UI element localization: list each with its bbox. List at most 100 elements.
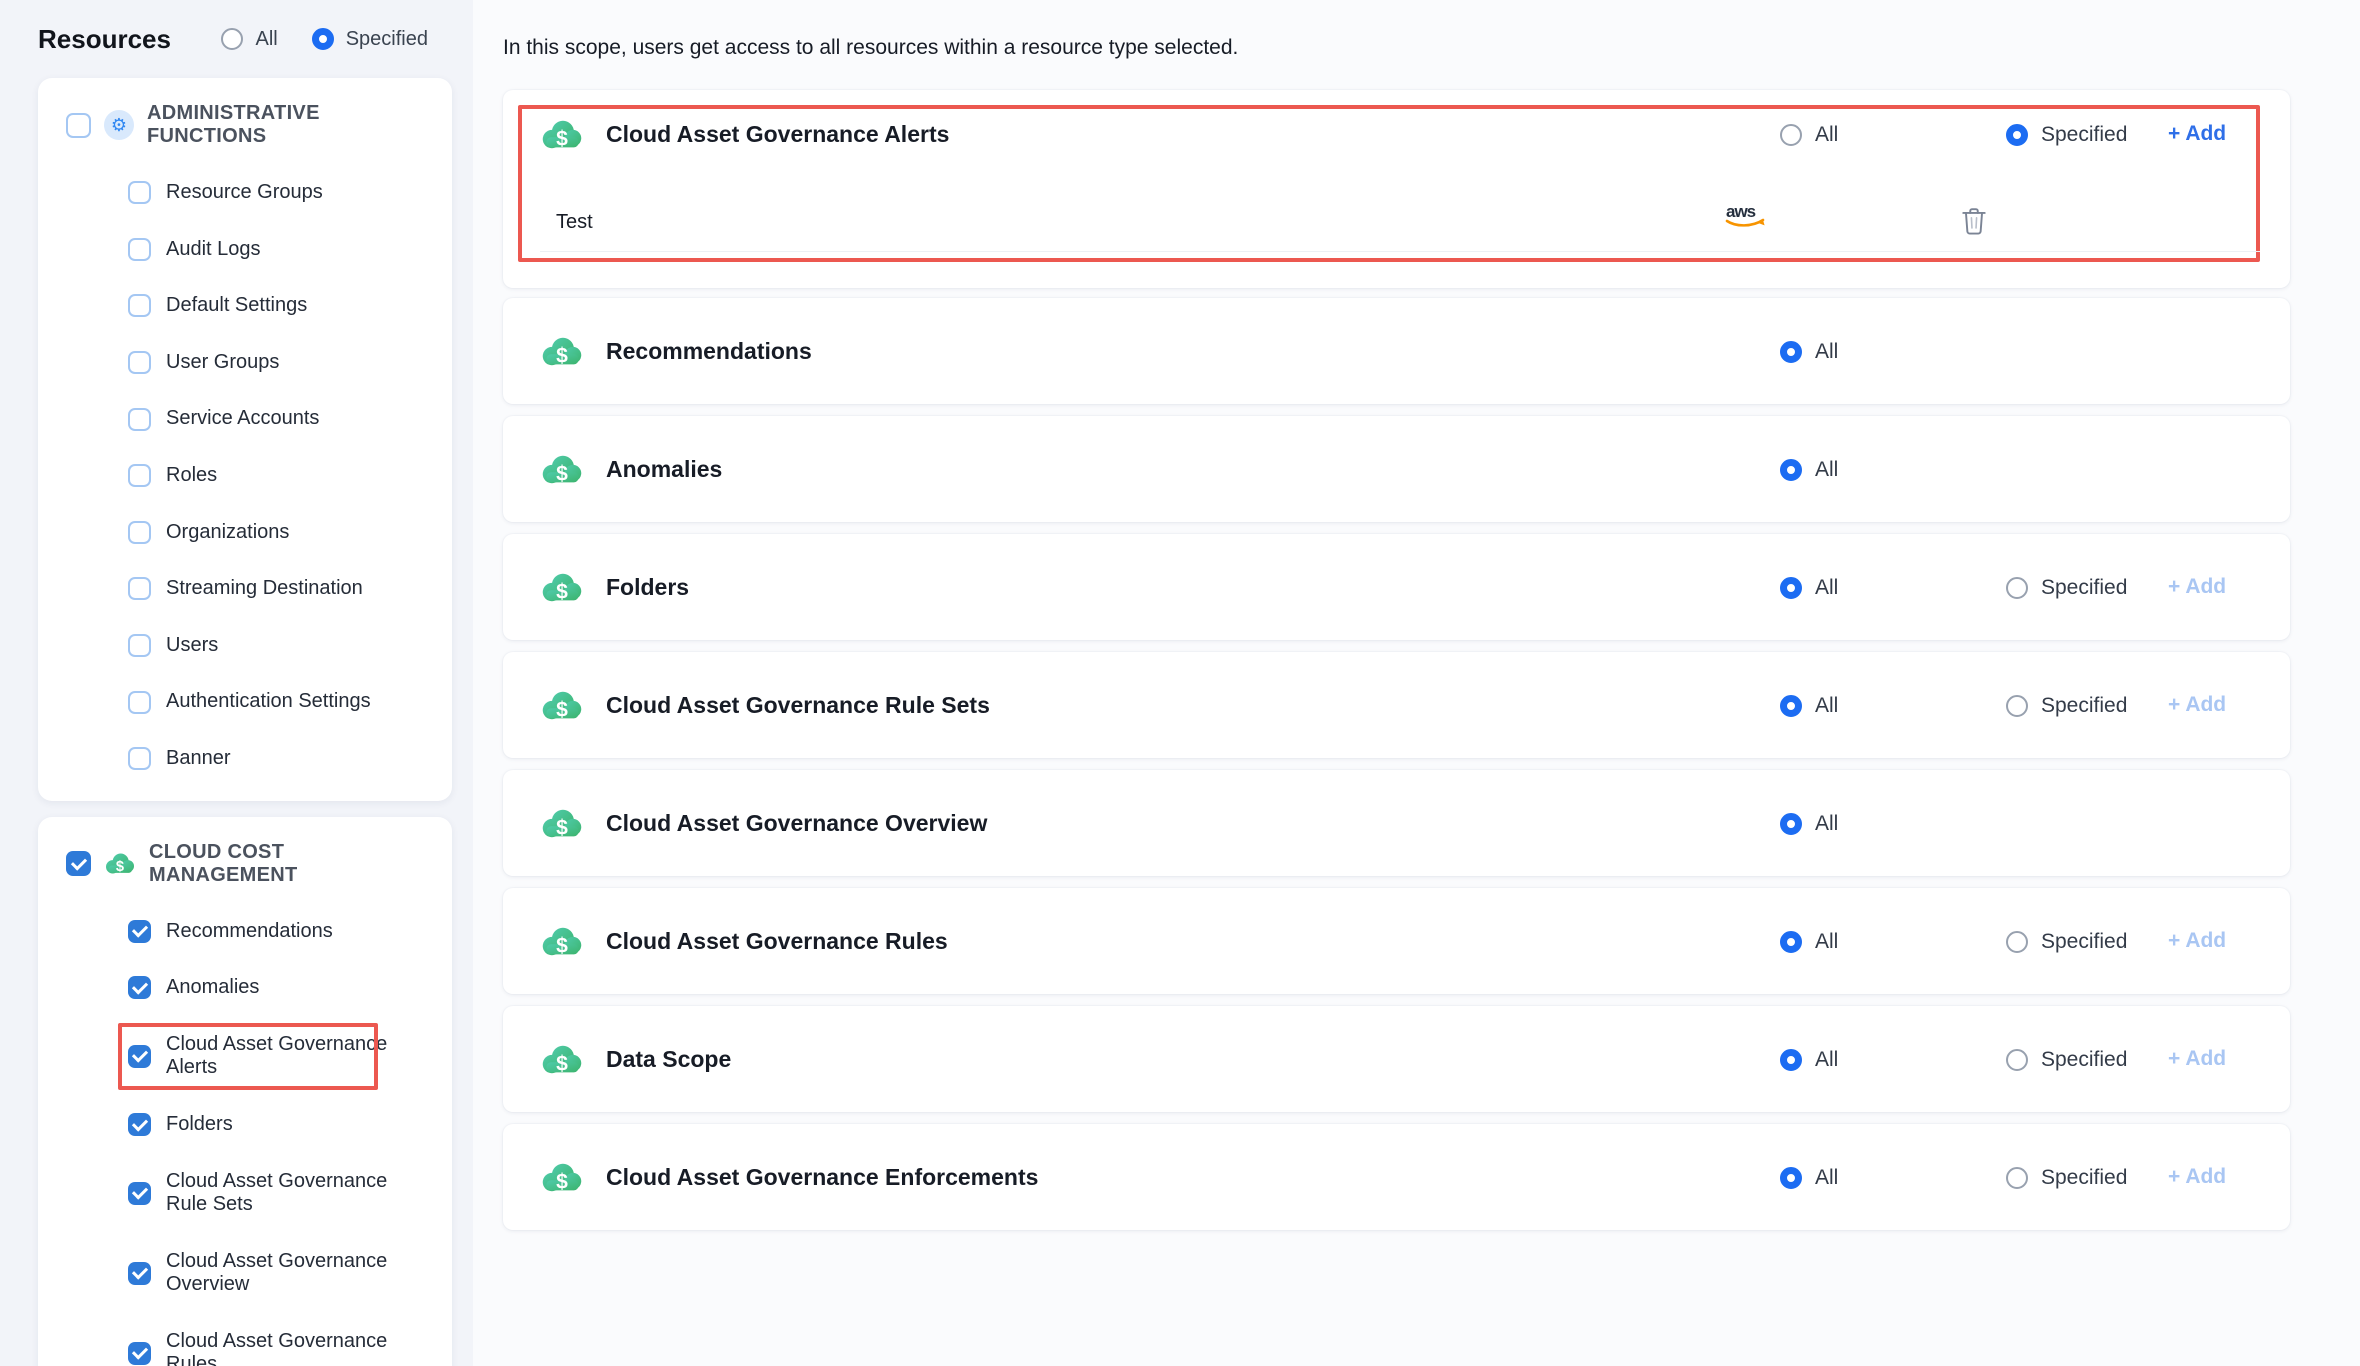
sidebar-item-organizations: Organizations <box>128 521 428 545</box>
item-checkbox[interactable] <box>128 577 151 600</box>
sidebar-item-resource-groups: Resource Groups <box>128 181 428 205</box>
add-resource-link[interactable]: + Add <box>2168 1047 2226 1071</box>
sidebar-item-streaming-destination: Streaming Destination <box>128 577 428 601</box>
sidebar-item-default-settings: Default Settings <box>128 294 428 318</box>
radio-icon[interactable] <box>2006 124 2028 146</box>
item-checkbox[interactable] <box>128 1182 151 1205</box>
card-radio-all[interactable]: All <box>1780 1048 1838 1072</box>
item-checkbox[interactable] <box>128 1045 151 1068</box>
resources-sidebar: Resources All Specified ⚙ ADMINISTRATIVE… <box>0 0 473 1366</box>
item-checkbox[interactable] <box>128 464 151 487</box>
radio-icon[interactable] <box>2006 1167 2028 1189</box>
radio-icon[interactable] <box>1780 459 1802 481</box>
radio-icon[interactable] <box>1780 813 1802 835</box>
card-title: Recommendations <box>606 338 812 365</box>
card-radio-all[interactable]: All <box>1780 694 1838 718</box>
radio-icon[interactable] <box>1780 695 1802 717</box>
card-title: Cloud Asset Governance Rule Sets <box>606 692 990 719</box>
trash-icon[interactable] <box>1960 206 1988 236</box>
svg-text:$: $ <box>556 127 568 150</box>
card-radio-all[interactable]: All <box>1780 576 1838 600</box>
svg-text:$: $ <box>556 462 568 485</box>
radio-icon[interactable] <box>1780 931 1802 953</box>
radio-icon[interactable] <box>221 28 243 50</box>
card-title: Cloud Asset Governance Overview <box>606 810 987 837</box>
item-checkbox[interactable] <box>128 747 151 770</box>
sidebar-item-folders: Folders <box>128 1113 428 1137</box>
resource-name: Test <box>556 211 593 234</box>
item-checkbox[interactable] <box>128 238 151 261</box>
item-checkbox[interactable] <box>128 294 151 317</box>
item-checkbox[interactable] <box>128 351 151 374</box>
radio-icon[interactable] <box>2006 1049 2028 1071</box>
card-title: Cloud Asset Governance Rules <box>606 928 948 955</box>
card-radio-all[interactable]: All <box>1780 812 1838 836</box>
item-checkbox[interactable] <box>128 1113 151 1136</box>
svg-text:$: $ <box>556 580 568 603</box>
item-checkbox[interactable] <box>128 1342 151 1365</box>
radio-icon[interactable] <box>1780 1167 1802 1189</box>
sidebar-item-user-groups: User Groups <box>128 351 428 375</box>
card-radio-specified[interactable]: Specified <box>2006 1166 2127 1190</box>
item-checkbox[interactable] <box>128 691 151 714</box>
scope-main-panel: In this scope, users get access to all r… <box>473 0 2360 1366</box>
sidebar-item-users: Users <box>128 634 428 658</box>
cloud-dollar-icon: $ <box>104 851 136 876</box>
add-resource-link[interactable]: + Add <box>2168 929 2226 953</box>
card-radio-specified[interactable]: Specified <box>2006 123 2127 147</box>
add-resource-link[interactable]: + Add <box>2168 122 2226 146</box>
gear-icon: ⚙ <box>104 110 134 140</box>
radio-icon[interactable] <box>312 28 334 50</box>
resource-card-recommendations: $ Recommendations All <box>503 298 2290 404</box>
card-radio-all[interactable]: All <box>1780 930 1838 954</box>
radio-icon[interactable] <box>2006 577 2028 599</box>
scope-specified-radio[interactable]: Specified <box>312 28 428 51</box>
sidebar-item-authentication-settings: Authentication Settings <box>128 690 428 714</box>
item-checkbox[interactable] <box>128 976 151 999</box>
section-checkbox[interactable] <box>66 113 91 138</box>
item-checkbox[interactable] <box>128 521 151 544</box>
section-items: Resource Groups Audit Logs Default Setti… <box>62 181 428 771</box>
radio-icon[interactable] <box>2006 931 2028 953</box>
add-resource-link[interactable]: + Add <box>2168 1165 2226 1189</box>
add-resource-link[interactable]: + Add <box>2168 575 2226 599</box>
radio-icon[interactable] <box>1780 577 1802 599</box>
sidebar-section-cloud-cost-management: $ CLOUD COST MANAGEMENT Recommendations … <box>38 817 452 1366</box>
sidebar-item-service-accounts: Service Accounts <box>128 407 428 431</box>
resource-card-folders: $ Folders All Specified + Add <box>503 534 2290 640</box>
card-radio-all[interactable]: All <box>1780 340 1838 364</box>
cloud-dollar-icon: $ <box>540 925 584 958</box>
radio-icon[interactable] <box>1780 124 1802 146</box>
card-radio-specified[interactable]: Specified <box>2006 694 2127 718</box>
item-checkbox[interactable] <box>128 1262 151 1285</box>
card-title: Cloud Asset Governance Alerts <box>606 121 949 148</box>
card-radio-specified[interactable]: Specified <box>2006 930 2127 954</box>
cloud-dollar-icon: $ <box>540 335 584 368</box>
card-radio-specified[interactable]: Specified <box>2006 1048 2127 1072</box>
resource-card-anomalies: $ Anomalies All <box>503 416 2290 522</box>
item-checkbox[interactable] <box>128 634 151 657</box>
resource-card-cloud-asset-governance-alerts: $ Cloud Asset Governance Alerts All Spec… <box>503 90 2290 288</box>
item-checkbox[interactable] <box>128 920 151 943</box>
section-checkbox[interactable] <box>66 851 91 876</box>
card-radio-all[interactable]: All <box>1780 458 1838 482</box>
svg-text:$: $ <box>556 816 568 839</box>
section-items: Recommendations Anomalies Cloud Asset Go… <box>62 920 428 1366</box>
item-checkbox[interactable] <box>128 408 151 431</box>
card-radio-all[interactable]: All <box>1780 123 1838 147</box>
cloud-dollar-icon: $ <box>540 118 584 151</box>
add-resource-link[interactable]: + Add <box>2168 693 2226 717</box>
item-checkbox[interactable] <box>128 181 151 204</box>
resource-card-cloud-asset-governance-rule-sets: $ Cloud Asset Governance Rule Sets All S… <box>503 652 2290 758</box>
svg-text:$: $ <box>556 1170 568 1193</box>
sidebar-item-roles: Roles <box>128 464 428 488</box>
sidebar-item-cloud-asset-governance-rules: Cloud Asset Governance Rules <box>128 1330 428 1366</box>
radio-icon[interactable] <box>2006 695 2028 717</box>
radio-icon[interactable] <box>1780 1049 1802 1071</box>
scope-all-radio[interactable]: All <box>221 28 277 51</box>
card-radio-specified[interactable]: Specified <box>2006 576 2127 600</box>
card-radio-all[interactable]: All <box>1780 1166 1838 1190</box>
resources-scope-radio-group: All Specified <box>221 28 452 51</box>
radio-icon[interactable] <box>1780 341 1802 363</box>
cloud-dollar-icon: $ <box>540 1161 584 1194</box>
